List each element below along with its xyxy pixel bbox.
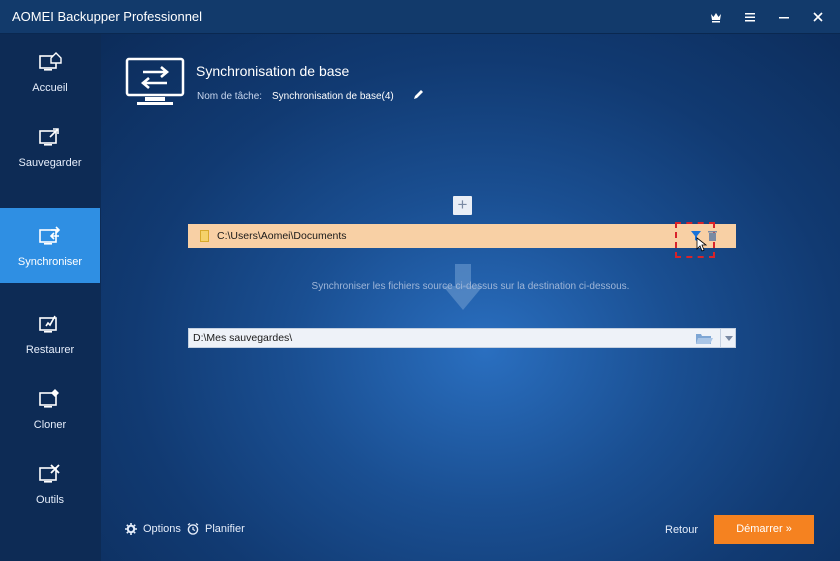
chevron-down-icon xyxy=(725,336,733,341)
source-path: C:\Users\Aomei\Documents xyxy=(217,230,347,242)
folder-open-icon[interactable] xyxy=(695,332,713,345)
menu-icon[interactable] xyxy=(736,6,764,28)
home-icon xyxy=(39,51,62,71)
sidebar-item-label: Accueil xyxy=(32,81,68,94)
window-controls xyxy=(702,6,832,28)
sync-task-icon xyxy=(125,57,185,105)
clone-icon xyxy=(39,388,59,408)
crown-icon[interactable] xyxy=(702,6,730,28)
sidebar-item-clone[interactable]: Cloner xyxy=(0,371,100,446)
schedule-button[interactable]: Planifier xyxy=(187,523,245,535)
sidebar-item-label: Restaurer xyxy=(25,343,75,356)
clock-icon xyxy=(187,523,199,535)
main-panel: Synchronisation de base Nom de tâche: Sy… xyxy=(101,34,840,561)
sidebar: Accueil Sauvegarder Synchroniser Restaur… xyxy=(0,34,101,561)
destination-path: D:\Mes sauvegardes\ xyxy=(193,332,293,344)
sidebar-item-sync[interactable]: Synchroniser xyxy=(0,208,100,283)
minimize-icon[interactable] xyxy=(770,6,798,28)
sidebar-item-backup[interactable]: Sauvegarder xyxy=(0,109,100,184)
close-icon[interactable] xyxy=(804,6,832,28)
add-source-button[interactable]: + xyxy=(453,196,472,215)
sidebar-item-restore[interactable]: Restaurer xyxy=(0,296,100,371)
sync-icon xyxy=(39,225,61,245)
gear-icon xyxy=(125,523,137,535)
options-button[interactable]: Options xyxy=(125,523,181,535)
sidebar-item-label: Outils xyxy=(35,493,65,506)
folder-icon xyxy=(200,230,209,242)
task-title: Synchronisation de base xyxy=(196,63,350,79)
sidebar-item-label: Cloner xyxy=(33,418,67,431)
start-button[interactable]: Démarrer » xyxy=(714,515,814,544)
source-item[interactable]: C:\Users\Aomei\Documents xyxy=(188,222,736,258)
options-label: Options xyxy=(143,523,181,535)
back-button[interactable]: Retour xyxy=(665,524,698,536)
sidebar-item-home[interactable]: Accueil xyxy=(0,34,100,109)
sidebar-item-label: Synchroniser xyxy=(17,255,83,268)
backup-icon xyxy=(39,127,59,146)
tools-icon xyxy=(39,463,60,483)
task-name-label: Nom de tâche: xyxy=(197,91,263,102)
schedule-label: Planifier xyxy=(205,523,245,535)
task-name-value: Synchronisation de base(4) xyxy=(272,91,394,102)
destination-dropdown[interactable] xyxy=(720,329,736,347)
edit-icon[interactable] xyxy=(412,89,424,101)
cursor-icon xyxy=(696,237,707,252)
destination-field[interactable]: D:\Mes sauvegardes\ xyxy=(188,328,736,348)
sidebar-item-label: Sauvegarder xyxy=(18,156,82,169)
app-title: AOMEI Backupper Professionnel xyxy=(12,9,203,24)
title-bar: AOMEI Backupper Professionnel xyxy=(0,0,840,34)
sidebar-item-tools[interactable]: Outils xyxy=(0,446,100,521)
sync-description: Synchroniser les fichiers source ci-dess… xyxy=(311,281,630,292)
delete-icon[interactable] xyxy=(708,231,717,241)
restore-icon xyxy=(39,315,57,333)
